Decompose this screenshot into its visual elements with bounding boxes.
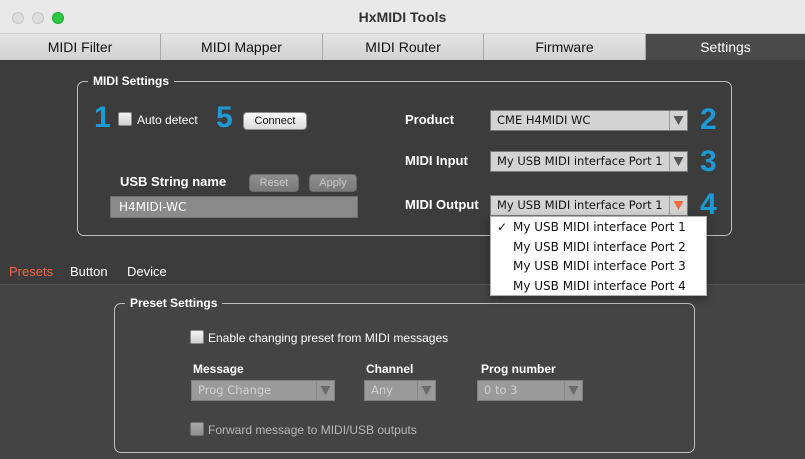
menu-item-port-1[interactable]: ✓ My USB MIDI interface Port 1 [491,218,706,238]
subtab-presets[interactable]: Presets [9,264,53,280]
chevron-down-icon [564,381,582,400]
subtab-device[interactable]: Device [127,264,167,280]
midi-output-dropdown-menu: ✓ My USB MIDI interface Port 1 My USB MI… [490,216,707,296]
message-select[interactable]: Prog Change [191,380,335,401]
usb-string-label: USB String name [120,174,227,189]
menu-item-label: My USB MIDI interface Port 4 [513,278,686,293]
checkmark-icon: ✓ [497,220,508,234]
chevron-down-icon [669,152,687,171]
menu-item-port-3[interactable]: My USB MIDI interface Port 3 [491,257,706,277]
callout-2: 2 [700,103,717,136]
usb-string-field[interactable]: H4MIDI-WC [110,196,358,218]
title-bar: HxMIDI Tools [0,0,805,34]
forward-message-checkbox[interactable] [190,422,204,436]
menu-item-label: My USB MIDI interface Port 1 [513,220,686,234]
callout-3: 3 [700,145,717,178]
midi-output-select[interactable]: My USB MIDI interface Port 1 [490,195,688,216]
menu-item-port-4[interactable]: My USB MIDI interface Port 4 [491,277,706,297]
menu-item-port-2[interactable]: My USB MIDI interface Port 2 [491,238,706,258]
message-label: Message [193,362,244,376]
menu-item-label: My USB MIDI interface Port 3 [513,259,686,273]
chevron-down-icon [669,111,687,130]
preset-settings-legend: Preset Settings [125,295,223,311]
channel-select-value: Any [371,383,393,397]
tab-settings[interactable]: Settings [646,34,805,60]
main-tab-bar: MIDI Filter MIDI Mapper MIDI Router Firm… [0,34,805,60]
reset-button[interactable]: Reset [249,174,299,192]
product-select[interactable]: CME H4MIDI WC [490,110,688,131]
midi-input-select[interactable]: My USB MIDI interface Port 1 [490,151,688,172]
forward-message-label: Forward message to MIDI/USB outputs [208,423,417,437]
callout-5: 5 [216,101,233,134]
chevron-down-icon [316,381,334,400]
window-title: HxMIDI Tools [358,9,447,25]
midi-input-select-value: My USB MIDI interface Port 1 [497,154,663,168]
midi-output-select-value: My USB MIDI interface Port 1 [497,198,663,212]
tab-firmware[interactable]: Firmware [484,34,646,60]
product-select-value: CME H4MIDI WC [497,113,591,127]
prog-number-select-value: 0 to 3 [484,383,518,397]
channel-label: Channel [366,362,414,376]
tab-midi-mapper[interactable]: MIDI Mapper [161,34,323,60]
tab-midi-router[interactable]: MIDI Router [323,34,484,60]
tab-midi-filter[interactable]: MIDI Filter [0,34,161,60]
prog-number-label: Prog number [481,362,556,376]
auto-detect-checkbox[interactable] [118,112,132,126]
enable-preset-change-checkbox[interactable] [190,330,204,344]
presets-panel: Preset Settings Enable changing preset f… [0,284,805,459]
menu-item-label: My USB MIDI interface Port 2 [513,239,686,254]
product-label: Product [405,112,455,127]
apply-button[interactable]: Apply [309,174,357,192]
midi-output-label: MIDI Output [405,197,479,212]
midi-input-label: MIDI Input [405,153,468,168]
midi-settings-legend: MIDI Settings [88,73,175,89]
subtab-button[interactable]: Button [70,264,108,280]
connect-button[interactable]: Connect [243,112,307,130]
auto-detect-label: Auto detect [137,113,198,127]
message-select-value: Prog Change [198,383,272,397]
app-window: HxMIDI Tools MIDI Filter MIDI Mapper MID… [0,0,805,459]
callout-1: 1 [94,101,111,134]
channel-select[interactable]: Any [364,380,436,401]
chevron-down-icon [669,196,687,215]
enable-preset-change-label: Enable changing preset from MIDI message… [208,331,449,345]
chevron-down-icon [417,381,435,400]
prog-number-select[interactable]: 0 to 3 [477,380,583,401]
